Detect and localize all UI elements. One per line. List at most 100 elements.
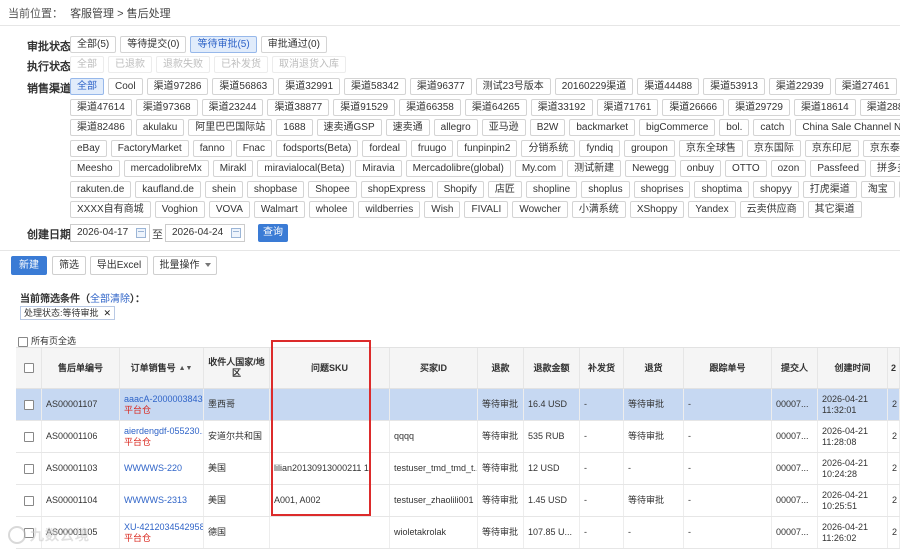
channel-chip[interactable]: ozon (770, 160, 807, 177)
table-row[interactable]: AS00001105 XU-4212034542958... 平台仓 德国 wiolet… (16, 517, 900, 549)
channel-chip[interactable]: akulaku (135, 119, 185, 136)
channel-chip[interactable]: 小满系统 (571, 201, 626, 218)
channel-chip[interactable]: 京东印尼 (804, 139, 859, 157)
channel-chip[interactable]: 渠道28841 (859, 98, 900, 116)
channel-chip[interactable]: 渠道96377 (409, 78, 472, 95)
channel-chip[interactable]: Yandex (688, 201, 736, 218)
channel-chip[interactable]: XShoppy (629, 201, 685, 218)
channel-chip[interactable]: shoplus (581, 180, 630, 198)
channel-chip[interactable]: Miravia (355, 160, 402, 177)
channel-chip[interactable]: 渠道82486 (70, 119, 132, 136)
channel-chip[interactable]: bol. (719, 119, 750, 136)
channel-chip[interactable]: rakuten.de (70, 180, 132, 198)
channel-chip[interactable]: VOVA (208, 201, 250, 218)
channel-chip[interactable]: China Sale Channel NO1 (795, 119, 900, 136)
channel-chip[interactable]: fyndiq (579, 139, 621, 157)
channel-chip[interactable]: 渠道27461 (834, 78, 897, 95)
channel-chip[interactable]: Newegg (625, 160, 676, 177)
channel-chip[interactable]: onbuy (679, 160, 722, 177)
table-row[interactable]: AS00001103 WWWWS-220 美国 lilian2013091300021… (16, 453, 900, 485)
date-from-input[interactable]: 2026-04-17 (70, 224, 150, 242)
channel-chip[interactable]: 其它渠道 (807, 201, 862, 218)
channel-chip[interactable]: Shopee (308, 180, 357, 198)
channel-chip[interactable]: 京东泰国 (862, 139, 900, 157)
table-row[interactable]: AS00001104 WWWWS-2313 美国 A001, A002 testuser… (16, 485, 900, 517)
filter-button[interactable]: 筛选 (52, 256, 86, 275)
exec-status-chip[interactable]: 全部 (70, 56, 104, 73)
exec-status-chip[interactable]: 已补发货 (214, 56, 268, 73)
order-number-link[interactable]: aierdengdf-055230... (124, 426, 203, 437)
exec-status-chip[interactable]: 已退款 (108, 56, 152, 73)
channel-chip[interactable]: Mercadolibre(global) (405, 160, 511, 177)
column-header[interactable]: 订单销售号 ▲▼ (120, 348, 204, 388)
channel-chip[interactable]: My.com (514, 160, 564, 177)
channel-chip[interactable]: 测试新建 (567, 160, 622, 177)
row-checkbox[interactable] (23, 399, 34, 410)
audit-status-chip[interactable]: 全部(5) (70, 36, 117, 53)
order-number-link[interactable]: WWWWS-220 (124, 463, 182, 474)
channel-chip[interactable]: 店匠 (487, 180, 522, 198)
column-header[interactable]: 售后单编号 (42, 348, 120, 388)
channel-chip[interactable]: 渠道44488 (637, 78, 700, 95)
channel-chip[interactable]: 渠道32991 (278, 78, 341, 95)
channel-chip[interactable]: Passfeed (810, 160, 867, 177)
channel-chip[interactable]: 渠道22939 (768, 78, 831, 95)
search-button[interactable]: 查询 (258, 224, 288, 242)
channel-chip[interactable]: shoptima (694, 180, 750, 198)
channel-chip[interactable]: 渠道53913 (703, 78, 765, 95)
channel-chip[interactable]: XXXX自有商城 (70, 201, 151, 218)
order-number-link[interactable]: aaacA-2000003843... (124, 394, 203, 405)
column-header[interactable]: 提交人 (772, 348, 818, 388)
new-button[interactable]: 新建 (11, 256, 47, 275)
channel-chip[interactable]: wholee (308, 201, 355, 218)
channel-chip[interactable]: fruugo (410, 139, 454, 157)
channel-chip[interactable]: 渠道38877 (267, 98, 330, 116)
channel-chip[interactable]: shein (204, 180, 243, 198)
channel-chip[interactable]: shopExpress (360, 180, 433, 198)
channel-chip[interactable]: Wish (424, 201, 461, 218)
channel-chip[interactable]: 渠道56863 (212, 78, 275, 95)
channel-chip[interactable]: 渠道71761 (596, 98, 659, 116)
row-checkbox[interactable] (23, 495, 34, 506)
channel-chip[interactable]: Shopify (436, 180, 484, 198)
channel-chip[interactable]: 20160229渠道 (554, 78, 634, 95)
column-header[interactable]: 问题SKU (270, 348, 390, 388)
channel-chip[interactable]: bigCommerce (639, 119, 716, 136)
channel-chip[interactable]: shopline (525, 180, 578, 198)
channel-chip[interactable]: fordeal (362, 139, 407, 157)
channel-chip[interactable]: shopbase (246, 180, 305, 198)
channel-chip[interactable]: 打虎渠道 (802, 180, 857, 198)
channel-chip[interactable]: FIVALI (464, 201, 509, 218)
channel-chip[interactable]: 渠道97368 (135, 98, 198, 116)
channel-chip[interactable]: fanno (192, 139, 232, 157)
channel-chip[interactable]: Wowcher (512, 201, 568, 218)
channel-chip[interactable]: 1688 (276, 119, 313, 136)
column-header[interactable]: 2 (888, 348, 900, 388)
calendar-icon[interactable] (231, 228, 241, 238)
channel-chip[interactable]: 渠道29729 (728, 98, 790, 116)
channel-chip[interactable]: 渠道91529 (333, 98, 396, 116)
channel-chip[interactable]: 亚马逊 (481, 119, 526, 136)
column-header[interactable]: 买家ID (390, 348, 478, 388)
channel-chip[interactable]: Meesho (70, 160, 120, 177)
channel-chip[interactable]: FactoryMarket (110, 139, 189, 157)
channel-chip[interactable]: 云卖供应商 (739, 201, 804, 218)
channel-chip[interactable]: 测试23号版本 (475, 78, 551, 95)
audit-status-chip[interactable]: 等待提交(0) (120, 36, 187, 53)
select-all-pages[interactable]: 所有页全选 (18, 334, 76, 347)
channel-chip[interactable]: 渠道66358 (399, 98, 461, 116)
close-icon[interactable]: ✕ (104, 308, 112, 318)
channel-chip[interactable]: Voghion (154, 201, 205, 218)
channel-chip[interactable]: 渠道18614 (793, 98, 856, 116)
channel-chip[interactable]: shoprises (633, 180, 691, 198)
column-header[interactable]: 退货 (624, 348, 684, 388)
clear-all-link[interactable]: 全部清除 (90, 294, 130, 305)
audit-status-chip[interactable]: 审批通过(0) (260, 36, 327, 53)
channel-chip[interactable]: groupon (624, 139, 675, 157)
batch-operation-dropdown[interactable]: 批量操作 (153, 256, 217, 275)
exec-status-chip[interactable]: 退款失败 (156, 56, 210, 73)
order-number-link[interactable]: WWWWS-2313 (124, 495, 187, 506)
channel-chip[interactable]: 渠道33192 (530, 98, 593, 116)
column-header[interactable]: 创建时间 (818, 348, 888, 388)
column-header[interactable]: 退款金额 (524, 348, 580, 388)
